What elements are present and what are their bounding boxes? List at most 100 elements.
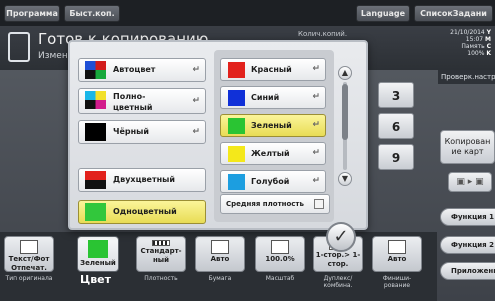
finishing-button[interactable]: Авто	[372, 236, 422, 272]
scroll-down-icon[interactable]: ▼	[338, 172, 352, 186]
enter-icon: ↵	[312, 64, 320, 74]
keypad-6[interactable]: 6	[378, 113, 414, 139]
green-swatch-icon	[88, 240, 108, 258]
original-type-value: Текст/Фот Отпечат.	[8, 255, 50, 272]
color-value: Зеленый	[80, 259, 116, 267]
original-type-button[interactable]: Текст/Фот Отпечат.	[4, 236, 54, 272]
enter-icon: ↵	[312, 120, 320, 130]
tab-program[interactable]: Программа	[4, 5, 60, 22]
keypad-9[interactable]: 9	[378, 144, 414, 170]
tab-language[interactable]: Language	[356, 5, 410, 22]
blue-swatch-icon	[228, 90, 245, 106]
paper-button[interactable]: Авто	[195, 236, 245, 272]
original-type-icon	[20, 240, 38, 254]
function-2-tab[interactable]: Функция 2	[440, 236, 495, 254]
single-color-option[interactable]: Одноцветный	[78, 200, 206, 224]
zoom-value: 100.0%	[265, 255, 295, 263]
green-option[interactable]: Зеленый ↵	[220, 114, 326, 137]
tab-job-list[interactable]: СписокЗадани	[414, 5, 493, 22]
tab-quick-copy[interactable]: Быст.коп.	[64, 5, 120, 22]
single-color-swatch-icon	[85, 203, 106, 221]
yellow-swatch-icon	[228, 146, 245, 162]
keypad-3[interactable]: 3	[378, 82, 414, 108]
black-option[interactable]: Чёрный ↵	[78, 120, 206, 144]
yellow-option[interactable]: Желтый ↵	[220, 142, 326, 165]
full-color-option[interactable]: Полно-цветный ↵	[78, 88, 206, 114]
info-date: 21/10/2014	[450, 29, 485, 36]
full-color-label: Полно-цветный	[113, 92, 153, 112]
toner-c: C	[486, 43, 491, 50]
blue-option[interactable]: Синий ↵	[220, 86, 326, 109]
color-list-scrollbar[interactable]: ▲ ▼	[338, 66, 352, 186]
density-button[interactable]: Стандарт-ный	[136, 236, 186, 272]
red-option[interactable]: Красный ↵	[220, 58, 326, 81]
ok-button[interactable]: ✓	[326, 222, 356, 252]
finishing-icon	[388, 240, 406, 254]
full-color-swatch-icon	[85, 91, 106, 109]
black-swatch-icon	[85, 123, 106, 141]
card-copy-button[interactable]: Копирован ие карт	[440, 130, 495, 164]
info-memory-label: Память	[461, 43, 485, 50]
toner-k: K	[486, 50, 491, 57]
single-color-label: Одноцветный	[113, 207, 177, 216]
zoom-label: Масштаб	[265, 275, 295, 282]
zoom-icon	[271, 240, 289, 254]
top-tab-bar: Программа Быст.коп. Language СписокЗадан…	[0, 0, 495, 26]
duplex-label: Дуплекс/ комбина.	[323, 275, 353, 289]
cyan-option[interactable]: Голубой ↵	[220, 170, 326, 193]
enter-icon: ↵	[192, 127, 200, 137]
original-type-label: Тип оригинала	[5, 275, 53, 282]
density-value: Стандарт-ный	[140, 247, 182, 264]
scroll-thumb[interactable]	[342, 84, 348, 140]
color-mode-list: Автоцвет ↵ Полно-цветный ↵ Чёрный ↵ Двух…	[78, 54, 206, 224]
finishing-label: Финиши- рование	[382, 275, 412, 289]
blue-label: Синий	[251, 93, 280, 102]
red-swatch-icon	[228, 62, 245, 78]
paper-label: Бумага	[208, 275, 232, 282]
enter-icon: ↵	[312, 92, 320, 102]
cyan-swatch-icon	[228, 174, 245, 190]
two-color-label: Двухцветный	[113, 175, 175, 184]
green-label: Зеленый	[251, 121, 292, 130]
black-label: Чёрный	[113, 127, 149, 136]
paper-value: Авто	[210, 255, 230, 263]
copier-screen: Программа Быст.коп. Language СписокЗадан…	[0, 0, 495, 301]
two-color-option[interactable]: Двухцветный	[78, 168, 206, 192]
page-layout-icon[interactable]: ▣ ▸ ▣	[448, 172, 492, 192]
cyan-label: Голубой	[251, 177, 290, 186]
auto-color-option[interactable]: Автоцвет ↵	[78, 58, 206, 82]
enter-icon: ↵	[192, 96, 200, 106]
enter-icon: ↵	[192, 65, 200, 75]
duplex-value: 1-стор.> 1-стор.	[315, 251, 361, 268]
check-settings-button[interactable]: Проверк.настр.	[438, 70, 495, 84]
copier-icon	[8, 32, 30, 62]
application-tab[interactable]: Приложение	[440, 262, 495, 280]
density-checkbox[interactable]	[314, 199, 324, 209]
function-1-tab[interactable]: Функция 1	[440, 208, 495, 226]
machine-info: 21/10/2014 Y 15:07 M Память C 100% K	[430, 28, 495, 70]
density-label: Плотность	[144, 275, 178, 282]
enter-icon: ↵	[312, 176, 320, 186]
paper-icon	[211, 240, 229, 254]
red-label: Красный	[251, 65, 292, 74]
finishing-value: Авто	[387, 255, 407, 263]
color-button[interactable]: Зеленый	[77, 236, 119, 272]
medium-density-option[interactable]: Средняя плотность	[220, 194, 330, 214]
density-scale-icon	[152, 240, 170, 246]
two-color-swatch-icon	[85, 171, 106, 189]
color-select-dialog: Автоцвет ↵ Полно-цветный ↵ Чёрный ↵ Двух…	[68, 40, 368, 230]
info-time: 15:07	[465, 36, 484, 43]
zoom-button[interactable]: 100.0%	[255, 236, 305, 272]
enter-icon: ↵	[312, 148, 320, 158]
medium-density-label: Средняя плотность	[226, 200, 304, 208]
toner-m: M	[485, 36, 491, 43]
info-memory-value: 100%	[467, 50, 485, 57]
auto-color-label: Автоцвет	[113, 65, 156, 74]
auto-color-swatch-icon	[85, 61, 106, 79]
copies-label: Колич.копий.	[298, 30, 348, 38]
yellow-label: Желтый	[251, 149, 290, 158]
toner-y: Y	[486, 29, 491, 36]
scroll-up-icon[interactable]: ▲	[338, 66, 352, 80]
green-swatch-icon	[228, 118, 245, 134]
color-label: Цвет	[80, 273, 112, 286]
